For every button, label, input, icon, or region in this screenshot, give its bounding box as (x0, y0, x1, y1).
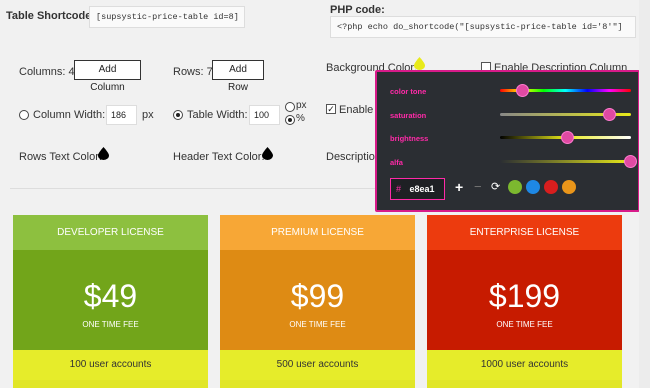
column-width-unit: px (142, 109, 154, 121)
saturation-handle[interactable] (603, 108, 616, 121)
plan-feature[interactable]: 500 user accounts (220, 350, 415, 380)
table-width-label: Table Width: (187, 109, 248, 121)
plan-price[interactable]: $199 (427, 278, 622, 315)
plan-feature-row (427, 380, 622, 388)
shortcode-label: Table Shortcode: (6, 10, 96, 22)
plan-price[interactable]: $99 (220, 278, 415, 315)
table-width-percent-label: % (296, 113, 305, 124)
plan-name[interactable]: ENTERPRISE LICENSE (427, 215, 622, 250)
hex-input[interactable]: # e8ea1 (390, 178, 445, 200)
brightness-handle[interactable] (561, 131, 574, 144)
add-swatch-icon[interactable]: + (455, 179, 463, 195)
alfa-label: alfa (390, 158, 403, 167)
plan-column[interactable]: PREMIUM LICENSE $99 ONE TIME FEE 500 use… (220, 215, 415, 388)
hex-value: e8ea1 (409, 184, 435, 194)
rows-count: Rows: 7 (173, 66, 213, 78)
header-text-color-drop-icon[interactable] (262, 147, 273, 160)
alfa-slider[interactable] (500, 160, 631, 163)
alfa-handle[interactable] (624, 155, 637, 168)
table-width-input[interactable]: 100 (249, 105, 280, 125)
table-width-radio[interactable] (173, 110, 183, 120)
enable-label: Enable (339, 104, 374, 116)
php-code-label: PHP code: (330, 4, 385, 16)
column-width-label: Column Width: (33, 109, 106, 121)
refresh-icon[interactable]: ⟳ (491, 180, 500, 193)
swatch-blue[interactable] (526, 180, 540, 194)
plan-fee[interactable]: ONE TIME FEE (13, 320, 208, 329)
php-code-field[interactable]: <?php echo do_shortcode("[supsystic-pric… (330, 16, 636, 38)
plan-fee[interactable]: ONE TIME FEE (220, 320, 415, 329)
table-width-px-radio[interactable] (285, 102, 295, 112)
plan-name[interactable]: DEVELOPER LICENSE (13, 215, 208, 250)
color-tone-handle[interactable] (516, 84, 529, 97)
plan-feature-row (220, 380, 415, 388)
rows-text-color-label: Rows Text Color: (19, 151, 102, 163)
plan-column[interactable]: DEVELOPER LICENSE $49 ONE TIME FEE 100 u… (13, 215, 208, 388)
scrollbar[interactable] (639, 0, 650, 388)
description-label: Description (326, 151, 382, 163)
plan-column[interactable]: ENTERPRISE LICENSE $199 ONE TIME FEE 100… (427, 215, 622, 388)
plan-name[interactable]: PREMIUM LICENSE (220, 215, 415, 250)
saturation-label: saturation (390, 111, 427, 120)
columns-count: Columns: 4 (19, 66, 75, 78)
table-width-percent-radio[interactable] (285, 115, 295, 125)
background-color-drop-icon[interactable] (414, 57, 425, 70)
color-picker-popup[interactable]: color tone saturation brightness alfa # … (375, 70, 640, 212)
add-row-button[interactable]: Add Row (212, 60, 264, 93)
hex-prefix: # (396, 184, 402, 194)
plan-feature[interactable]: 100 user accounts (13, 350, 208, 380)
plan-price-block: $49 ONE TIME FEE (13, 250, 208, 365)
shortcode-field[interactable]: [supsystic-price-table id=8] (89, 6, 245, 28)
swatch-orange[interactable] (562, 180, 576, 194)
header-text-color-label: Header Text Color: (173, 151, 265, 163)
plan-fee[interactable]: ONE TIME FEE (427, 320, 622, 329)
swatch-green[interactable] (508, 180, 522, 194)
remove-swatch-icon[interactable]: − (474, 179, 482, 194)
plan-price[interactable]: $49 (13, 278, 208, 315)
column-width-radio[interactable] (19, 110, 29, 120)
enable-checkbox[interactable]: ✓ (326, 104, 336, 114)
plan-price-block: $99 ONE TIME FEE (220, 250, 415, 365)
color-tone-label: color tone (390, 87, 427, 96)
plan-price-block: $199 ONE TIME FEE (427, 250, 622, 365)
table-width-px-label: px (296, 100, 307, 111)
rows-text-color-drop-icon[interactable] (98, 147, 109, 160)
brightness-label: brightness (390, 134, 429, 143)
add-column-button[interactable]: Add Column (74, 60, 141, 93)
plan-feature-row (13, 380, 208, 388)
plan-feature[interactable]: 1000 user accounts (427, 350, 622, 380)
swatch-red[interactable] (544, 180, 558, 194)
column-width-input[interactable]: 186 (106, 105, 137, 125)
